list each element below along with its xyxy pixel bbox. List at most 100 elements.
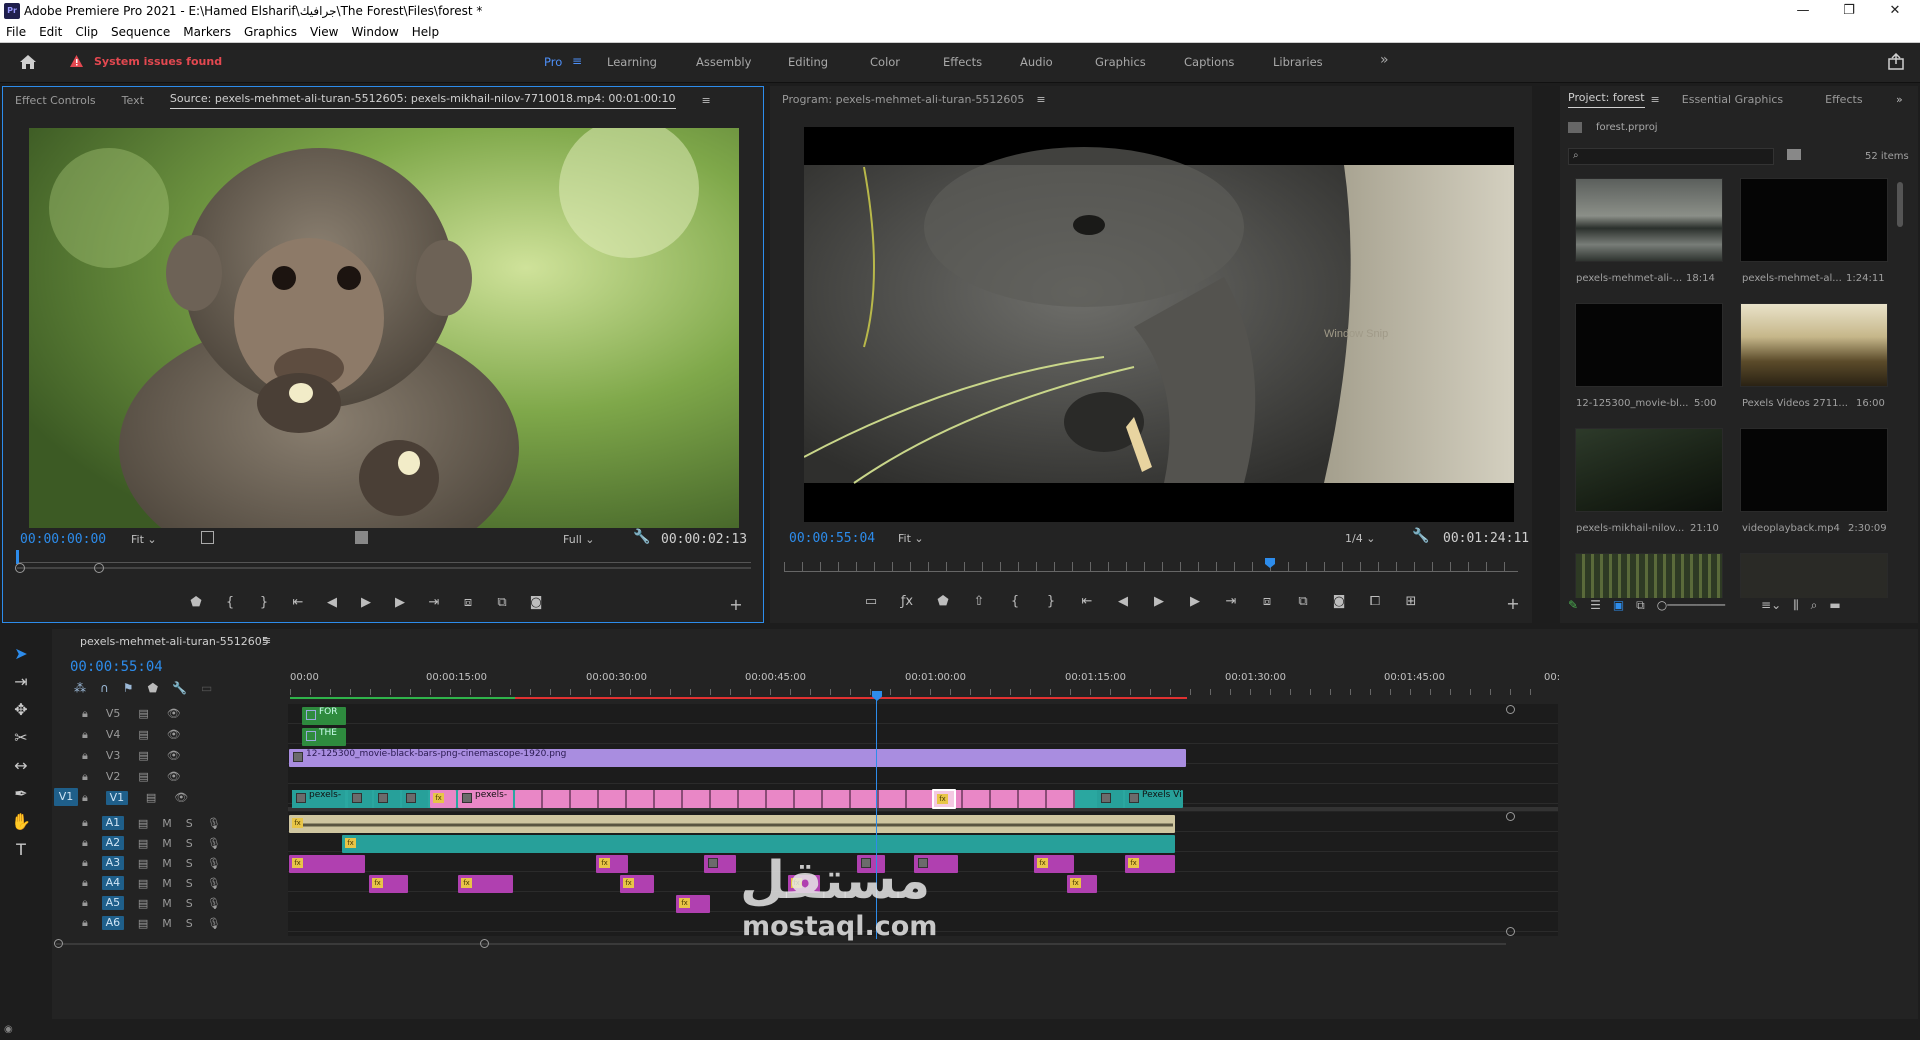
workspace-assembly[interactable]: Assembly (696, 55, 751, 69)
lock-icon[interactable]: 🔒︎ (82, 836, 88, 850)
slip-tool-icon[interactable]: ↔ (6, 752, 36, 780)
eye-icon[interactable]: 👁︎ (167, 707, 181, 721)
new-bin-bottom-icon[interactable]: ▬ (1829, 598, 1840, 613)
close-button[interactable]: ✕ (1872, 0, 1918, 22)
menu-graphics[interactable]: Graphics (244, 25, 297, 39)
ripple-edit-tool-icon[interactable]: ✥ (6, 696, 36, 724)
sync-lock-icon[interactable]: ▤ (138, 837, 148, 850)
razor-tool-icon[interactable]: ✂ (6, 724, 36, 752)
lock-icon[interactable]: 🔒︎ (82, 896, 88, 910)
program-camera-icon[interactable]: ◙ (1326, 594, 1352, 609)
pencil-icon[interactable]: ✎ (1568, 598, 1578, 613)
sync-lock-icon[interactable]: ▤ (138, 749, 148, 763)
clip-v1-fx[interactable]: fx (430, 790, 456, 808)
tab-essential-graphics[interactable]: Essential Graphics (1682, 93, 1783, 106)
linked-selection-icon[interactable]: ⚑ (123, 681, 134, 695)
workspace-learning[interactable]: Learning (607, 55, 657, 69)
thumbnail-trees[interactable] (1575, 553, 1723, 598)
step-back-icon[interactable]: ◀ (319, 595, 345, 610)
lock-icon[interactable]: 🔒︎ (82, 876, 88, 890)
eye-icon[interactable]: 👁︎ (167, 770, 181, 784)
sync-lock-icon[interactable]: ▤ (138, 770, 148, 784)
pen-tool-icon[interactable]: ✒ (6, 780, 36, 808)
lock-icon[interactable]: 🔒︎ (82, 856, 88, 870)
workspace-libraries[interactable]: Libraries (1273, 55, 1323, 69)
sequence-menu-icon[interactable]: ≡ (262, 634, 271, 647)
solo-button[interactable]: S (186, 857, 193, 870)
vscroll-handle-audio-top[interactable] (1506, 812, 1515, 821)
insert-icon[interactable]: ⧈ (455, 595, 481, 610)
source-patch-v1[interactable]: V1 (54, 788, 78, 806)
program-timecode[interactable]: 00:00:55:04 (789, 531, 875, 546)
mic-icon[interactable]: 🎙︎ (207, 837, 221, 850)
mark-in-icon[interactable]: { (217, 595, 243, 610)
thumbnail-black-bars[interactable] (1575, 303, 1723, 387)
time-ruler[interactable]: 00:00 00:00:15:00 00:00:30:00 00:00:45:0… (290, 667, 1890, 697)
menu-help[interactable]: Help (412, 25, 439, 39)
source-quality-dropdown[interactable]: Full ⌄ (563, 533, 595, 546)
program-quality-dropdown[interactable]: 1/4 ⌄ (1345, 532, 1375, 545)
program-go-out-icon[interactable]: ⇥ (1218, 594, 1244, 609)
lock-icon[interactable]: 🔒︎ (82, 749, 88, 763)
program-panel-menu-icon[interactable]: ≡ (1036, 93, 1045, 106)
home-icon[interactable] (19, 54, 37, 70)
add-marker-timeline-icon[interactable]: ⬟ (148, 681, 158, 695)
lift-clip-icon[interactable]: ⧈ (1254, 594, 1280, 609)
mute-button[interactable]: M (162, 917, 172, 930)
safe-margins-icon[interactable] (201, 531, 214, 544)
automate-icon[interactable]: ⫼ (1793, 598, 1799, 613)
comparison-view-icon[interactable]: ▭ (858, 594, 884, 609)
solo-button[interactable]: S (186, 917, 193, 930)
extract-icon[interactable]: ⧉ (1290, 594, 1316, 609)
lift-icon[interactable]: ⇧ (966, 594, 992, 609)
sync-lock-icon[interactable]: ▤ (138, 728, 148, 742)
mute-button[interactable]: M (162, 837, 172, 850)
tab-source[interactable]: Source: pexels-mehmet-ali-turan-5512605:… (169, 92, 676, 109)
mic-icon[interactable]: 🎙︎ (207, 917, 221, 930)
overwrite-icon[interactable]: ⧉ (489, 595, 515, 610)
zoom-handle-right[interactable] (94, 563, 104, 573)
menu-edit[interactable]: Edit (39, 25, 62, 39)
lock-icon[interactable]: 🔒︎ (82, 728, 88, 742)
zoom-slider[interactable]: ○──────── (1657, 598, 1725, 613)
go-to-in-icon[interactable]: ⇤ (285, 595, 311, 610)
menu-clip[interactable]: Clip (75, 25, 98, 39)
clip-a1[interactable]: fx (289, 815, 1175, 833)
clip-a3[interactable]: fx (1034, 855, 1074, 873)
solo-button[interactable]: S (186, 817, 193, 830)
source-playhead[interactable] (16, 550, 19, 564)
source-timecode[interactable]: 00:00:00:00 (20, 532, 106, 547)
solo-button[interactable]: S (186, 837, 193, 850)
clip-v1[interactable] (402, 790, 428, 808)
nest-icon[interactable]: ⁂ (74, 681, 86, 695)
lock-icon[interactable]: 🔒︎ (82, 791, 88, 805)
program-step-forward-icon[interactable]: ▶ (1182, 594, 1208, 609)
program-play-icon[interactable]: ▶ (1146, 594, 1172, 609)
menu-markers[interactable]: Markers (183, 25, 231, 39)
program-fit-dropdown[interactable]: Fit ⌄ (898, 532, 924, 545)
timeline-horizontal-scrollbar[interactable] (56, 943, 1506, 945)
eye-icon[interactable]: 👁︎ (167, 728, 181, 742)
vscroll-handle-video[interactable] (1506, 705, 1515, 714)
menu-view[interactable]: View (310, 25, 338, 39)
timeline-playhead-handle[interactable] (872, 691, 882, 701)
program-step-back-icon[interactable]: ◀ (1110, 594, 1136, 609)
eye-icon[interactable]: 👁︎ (167, 749, 181, 763)
mute-button[interactable]: M (162, 897, 172, 910)
solo-button[interactable]: S (186, 877, 193, 890)
clip-v1[interactable]: pexels- (458, 790, 513, 808)
thumbnail-dark[interactable] (1740, 553, 1888, 598)
mic-icon[interactable]: 🎙︎ (207, 857, 221, 870)
thumbnail-mist[interactable] (1575, 178, 1723, 262)
thumbnail-videoplayback[interactable] (1740, 428, 1888, 512)
captions-icon[interactable]: ▭ (201, 681, 212, 695)
sync-lock-icon[interactable]: ▤ (138, 917, 148, 930)
vscroll-handle-audio-bottom[interactable] (1506, 927, 1515, 936)
selection-tool-icon[interactable]: ➤ (6, 640, 36, 668)
wrench-icon[interactable]: 🔧 (633, 529, 650, 545)
new-bin-icon[interactable] (1787, 149, 1801, 160)
clip-v3-black-bars[interactable]: 12-125300_movie-black-bars-png-cinemasco… (289, 749, 1186, 767)
proxy-toggle-icon[interactable]: ⧠ (1362, 594, 1388, 609)
zoom-handle-left[interactable] (15, 563, 25, 573)
clip-a3[interactable]: fx (596, 855, 628, 873)
